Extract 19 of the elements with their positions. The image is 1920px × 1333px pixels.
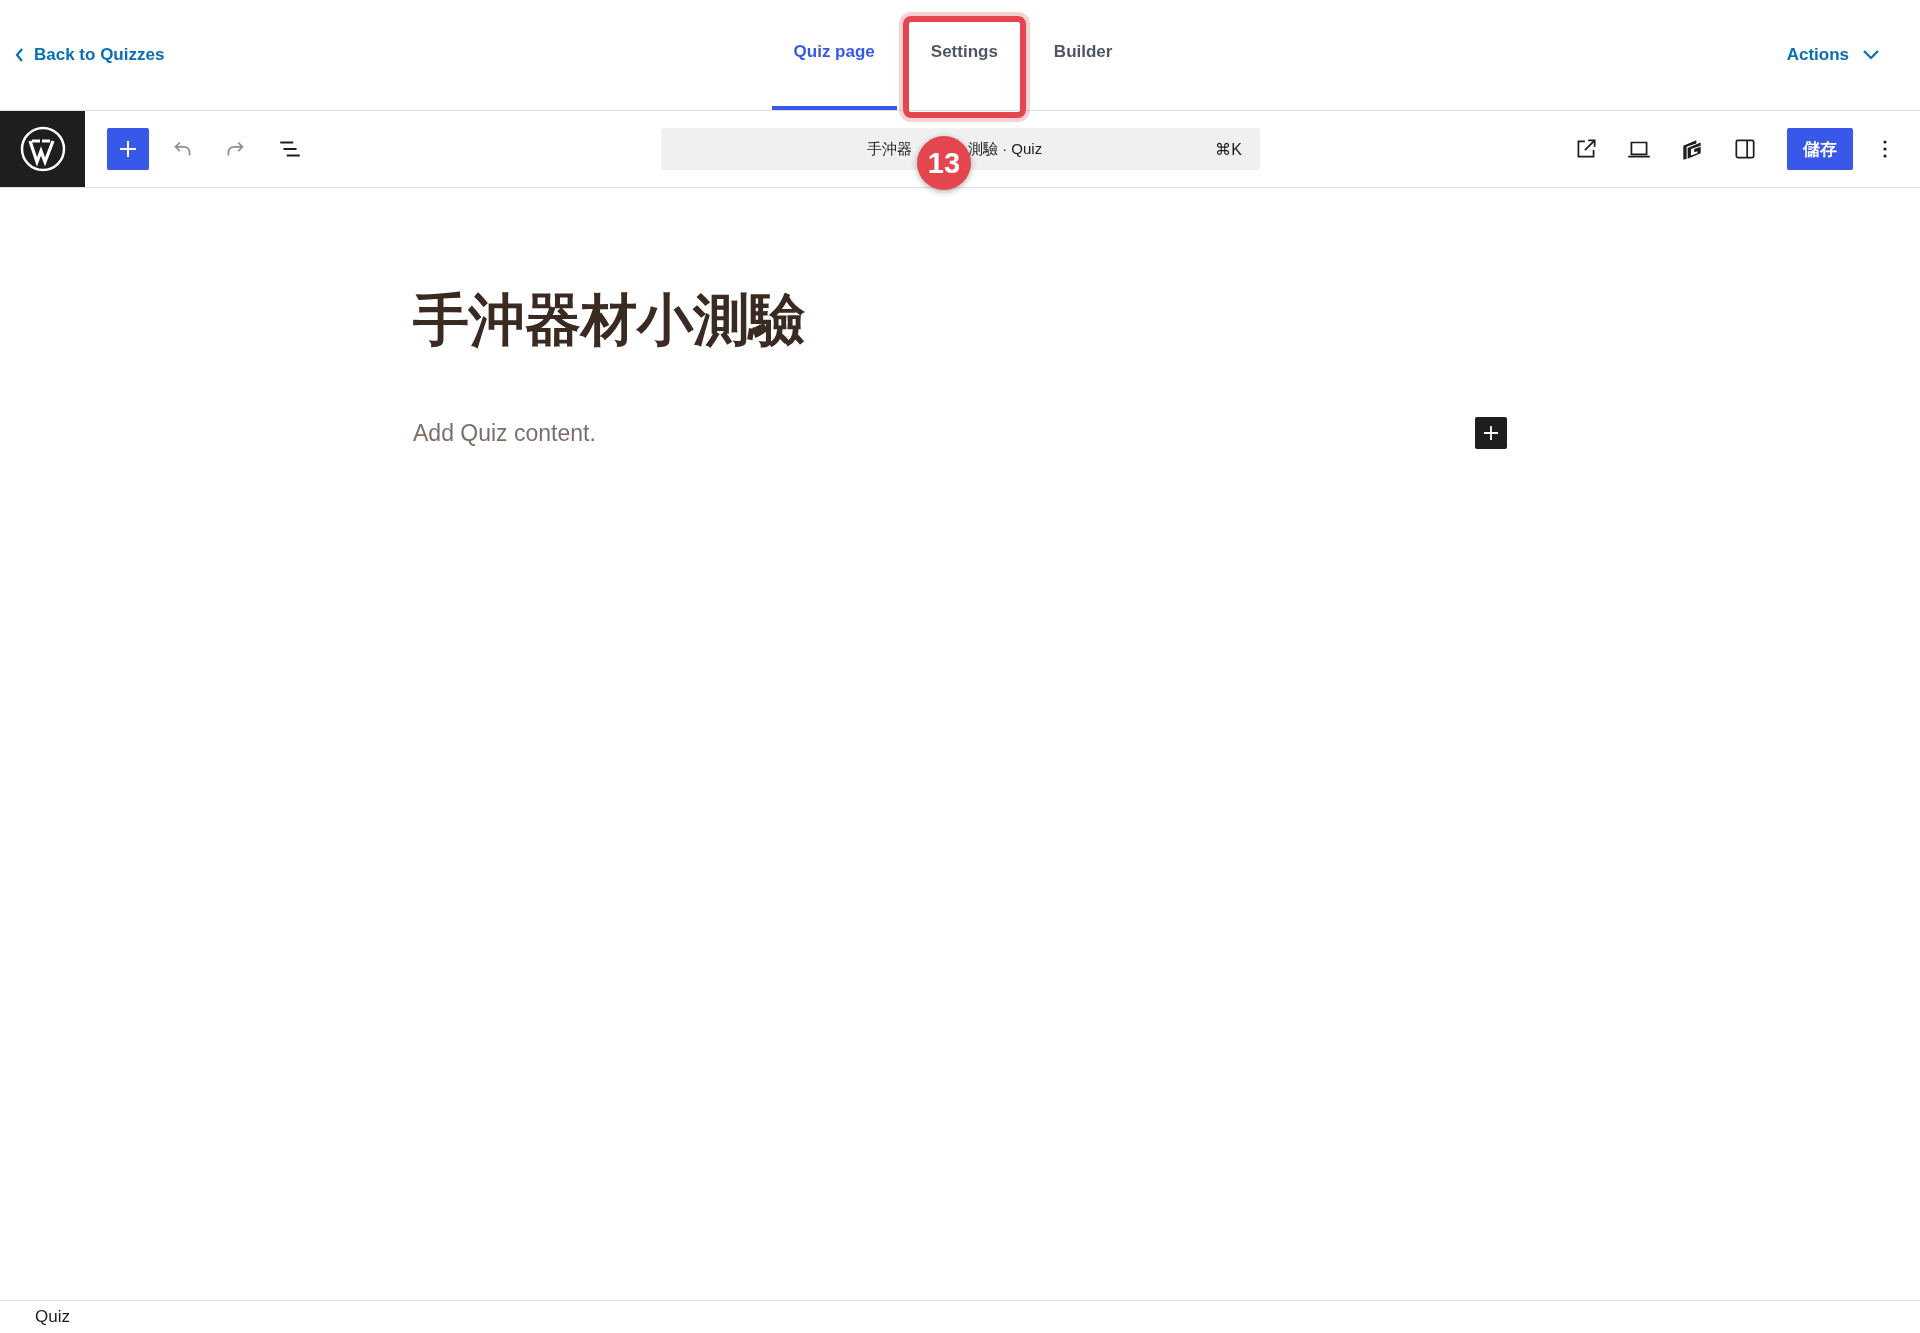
page-title-text: 手沖器 xyxy=(867,139,912,159)
tab[interactable]: Settings xyxy=(908,0,1020,110)
logo-icon xyxy=(19,126,66,172)
quiz-title[interactable]: 手沖器材小測驗 xyxy=(413,283,1920,359)
sidebar-icon xyxy=(1732,136,1758,162)
actions-menu-button[interactable]: Actions xyxy=(1780,44,1885,66)
site-logo-button[interactable] xyxy=(0,111,85,187)
back-link[interactable]: Back to Quizzes xyxy=(0,45,165,65)
plus-icon xyxy=(1483,425,1499,441)
tab[interactable]: Quiz page xyxy=(771,0,897,110)
chevron-down-icon xyxy=(1863,50,1879,60)
more-options-icon xyxy=(1883,140,1887,158)
save-button[interactable]: 儲存 xyxy=(1787,128,1853,170)
plus-icon xyxy=(119,140,137,158)
breadcrumb[interactable]: Quiz xyxy=(35,1307,70,1327)
content-hint[interactable]: Add Quiz content. xyxy=(413,419,1475,447)
add-block-button[interactable] xyxy=(1475,417,1507,449)
tab[interactable]: Builder xyxy=(1031,0,1135,110)
chevron-left-icon xyxy=(15,48,24,62)
